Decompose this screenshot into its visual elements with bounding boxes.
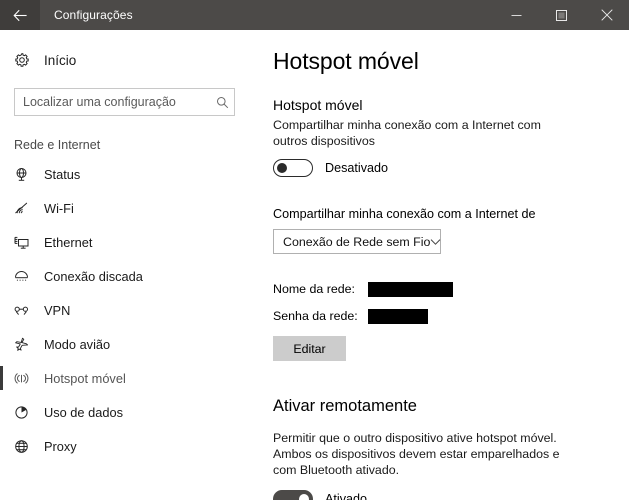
back-arrow-icon	[12, 9, 28, 22]
sidebar-item-proxy-label: Proxy	[44, 438, 77, 454]
share-connection-select-value: Conexão de Rede sem Fio	[283, 234, 431, 249]
hotspot-icon	[14, 371, 40, 386]
minimize-button[interactable]	[494, 0, 539, 30]
sidebar-item-ethernet[interactable]: Ethernet	[0, 226, 251, 258]
search-input[interactable]	[15, 90, 210, 114]
data-usage-pie-icon	[14, 405, 40, 420]
sidebar-item-wifi[interactable]: Wi-Fi	[0, 192, 251, 224]
remote-activation-toggle-label: Ativado	[325, 492, 368, 500]
sidebar-item-status[interactable]: Status	[0, 158, 251, 190]
sidebar-item-mobile-hotspot-label: Hotspot móvel	[44, 370, 126, 386]
wifi-icon	[14, 201, 40, 216]
sidebar-item-airplane-mode-label: Modo avião	[44, 336, 111, 352]
hotspot-section-heading: Hotspot móvel	[273, 97, 363, 113]
airplane-icon	[14, 337, 40, 352]
sidebar-item-proxy[interactable]: Proxy	[0, 430, 251, 462]
sidebar-item-data-usage-label: Uso de dados	[44, 404, 123, 420]
network-name-row: Nome da rede:	[273, 279, 629, 299]
sidebar-item-airplane-mode[interactable]: Modo avião	[0, 328, 251, 360]
gear-icon	[14, 52, 40, 68]
edit-button[interactable]: Editar	[273, 336, 346, 361]
sidebar-item-mobile-hotspot[interactable]: Hotspot móvel	[0, 362, 251, 394]
hotspot-toggle[interactable]	[273, 159, 313, 177]
title-bar: Configurações	[0, 0, 629, 30]
remote-activation-description: Permitir que o outro dispositivo ative h…	[273, 431, 560, 477]
remote-activation-toggle[interactable]	[273, 490, 313, 500]
sidebar-item-status-label: Status	[44, 166, 81, 182]
toggle-knob	[277, 163, 287, 173]
remote-activation-toggle-row: Ativado	[273, 490, 629, 500]
toggle-knob	[299, 494, 309, 500]
sidebar-item-vpn-label: VPN	[44, 302, 71, 318]
network-password-row: Senha da rede:	[273, 306, 629, 326]
sidebar-item-dialup[interactable]: Conexão discada	[0, 260, 251, 292]
search-box[interactable]	[14, 88, 235, 116]
close-icon	[600, 9, 613, 21]
back-button[interactable]	[0, 0, 40, 30]
maximize-button[interactable]	[539, 0, 584, 30]
proxy-globe-icon	[14, 439, 40, 454]
sidebar-item-data-usage[interactable]: Uso de dados	[0, 396, 251, 428]
page-title: Hotspot móvel	[273, 48, 419, 74]
main-content: Hotspot móvel Hotspot móvel Compartilhar…	[251, 30, 629, 500]
ethernet-icon	[14, 235, 40, 250]
sidebar-item-home-label: Início	[44, 52, 77, 68]
share-connection-select[interactable]: Conexão de Rede sem Fio	[273, 229, 441, 254]
hotspot-section-description: Compartilhar minha conexão com a Interne…	[273, 118, 541, 148]
minimize-icon	[511, 10, 522, 21]
sidebar-item-ethernet-label: Ethernet	[44, 234, 93, 250]
vpn-icon	[14, 303, 40, 318]
hotspot-toggle-label: Desativado	[325, 161, 389, 175]
hotspot-toggle-row: Desativado	[273, 159, 629, 177]
sidebar-item-wifi-label: Wi-Fi	[44, 200, 74, 216]
network-password-value-redacted	[368, 308, 428, 324]
share-connection-label: Compartilhar minha conexão com a Interne…	[273, 207, 536, 221]
maximize-icon	[556, 9, 567, 21]
sidebar-item-dialup-label: Conexão discada	[44, 268, 143, 284]
sidebar-section-header: Rede e Internet	[14, 138, 101, 152]
sidebar: Início Rede e Internet	[0, 30, 251, 500]
sidebar-nav-list: Status Wi-Fi Ethernet Conexão discada VP…	[0, 158, 251, 462]
status-globe-icon	[14, 167, 40, 182]
network-password-label: Senha da rede:	[273, 309, 358, 323]
window-title: Configurações	[54, 8, 133, 22]
close-button[interactable]	[584, 0, 629, 30]
sidebar-item-vpn[interactable]: VPN	[0, 294, 251, 326]
network-name-value-redacted	[368, 281, 453, 297]
sidebar-item-home[interactable]: Início	[0, 46, 251, 74]
network-name-label: Nome da rede:	[273, 282, 355, 296]
remote-activation-heading: Ativar remotamente	[273, 397, 417, 415]
window-controls	[494, 0, 629, 30]
chevron-down-icon	[430, 238, 441, 246]
dialup-icon	[14, 269, 40, 284]
search-icon[interactable]	[210, 96, 234, 109]
